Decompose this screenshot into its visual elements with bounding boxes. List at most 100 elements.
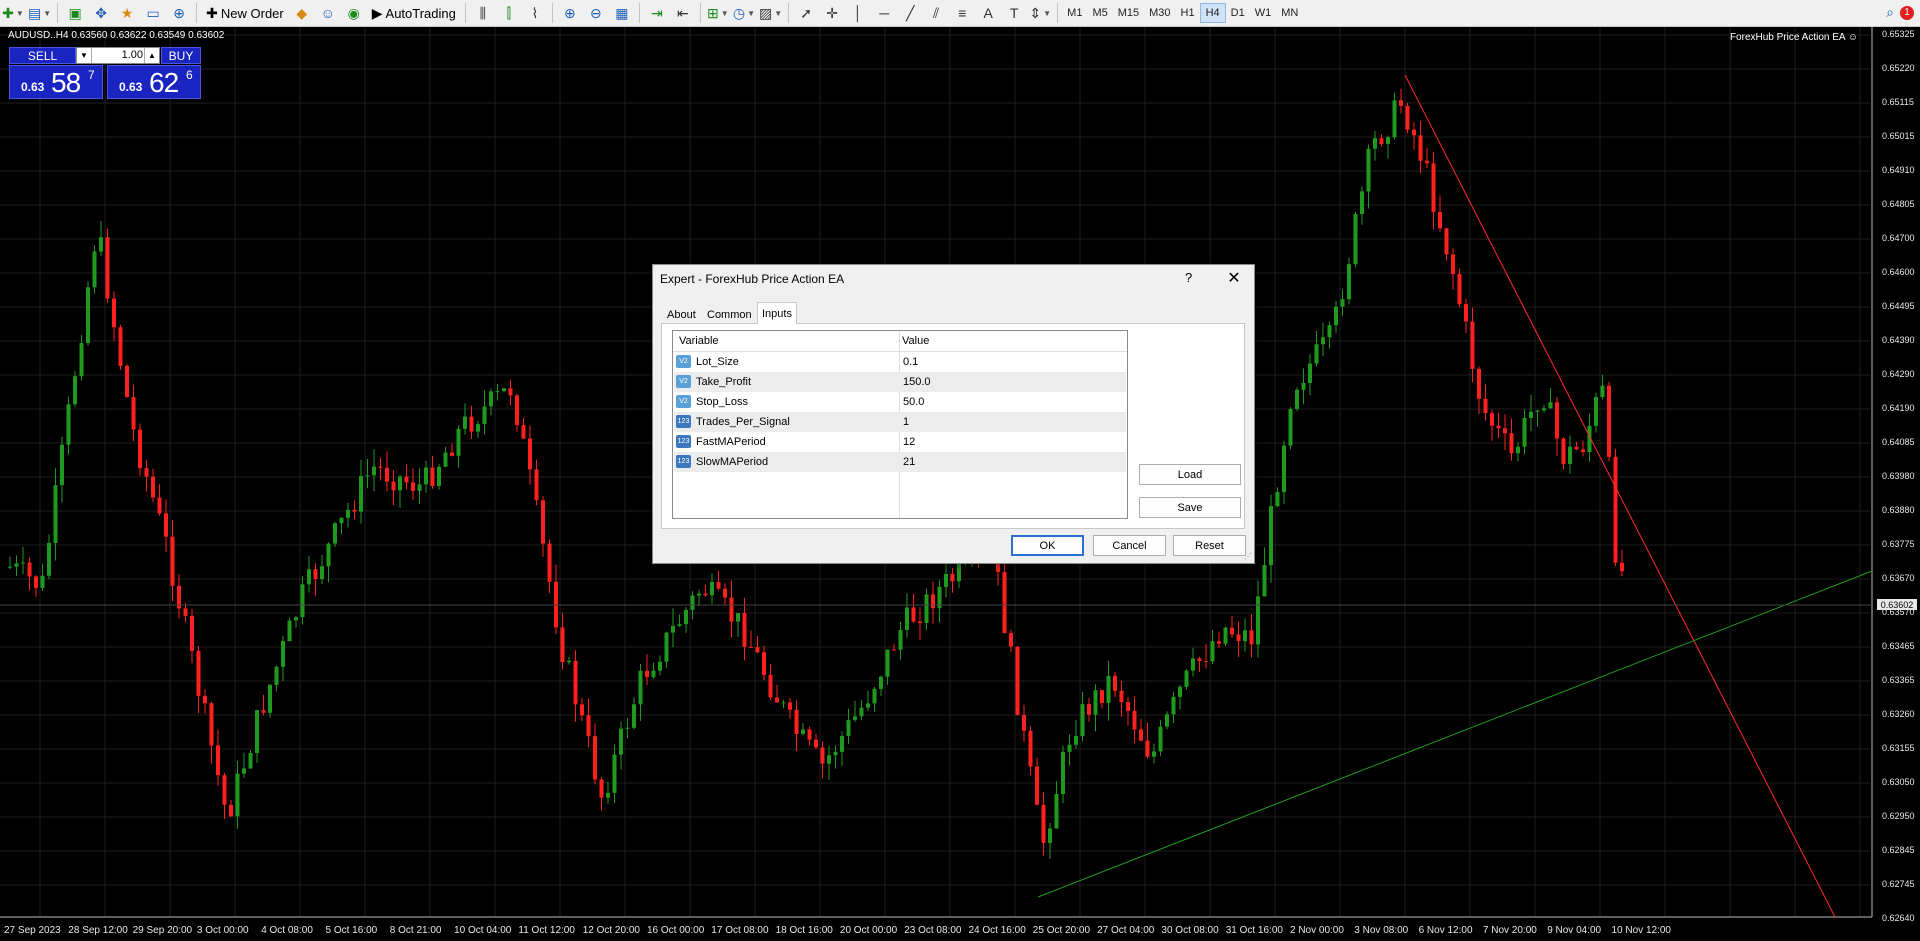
candle-body: [1581, 449, 1585, 453]
input-value[interactable]: 21: [903, 456, 915, 468]
candle-body: [1145, 740, 1150, 757]
text-label-icon[interactable]: T: [1003, 2, 1025, 24]
tab-about[interactable]: About: [663, 305, 700, 324]
candle-body: [586, 715, 591, 737]
toolbar-separator: [788, 3, 790, 23]
vertical-line-icon[interactable]: │: [847, 2, 869, 24]
main-toolbar: ✚ ▼ ▤ ▼ ▣ ✥ ★ ▭ ⊕ ✚ New Order ◆ ☺ ◉ ▶ AutoTr…: [0, 0, 1920, 27]
timeframe-m5[interactable]: M5: [1087, 3, 1112, 23]
timeframe-h4[interactable]: H4: [1199, 3, 1226, 23]
metaeditor-icon[interactable]: ◆: [291, 2, 313, 24]
reset-button[interactable]: Reset: [1173, 535, 1246, 556]
fibonacci-icon[interactable]: ≡: [951, 2, 973, 24]
table-row[interactable]: 123 FastMAPeriod 12: [674, 432, 1126, 452]
buy-quote[interactable]: 0.63 62 6: [107, 65, 201, 99]
table-row[interactable]: V2 Lot_Size 0.1: [674, 352, 1126, 372]
timeframe-d1[interactable]: D1: [1226, 3, 1250, 23]
zoom-out-icon[interactable]: ⊖: [585, 2, 607, 24]
input-value[interactable]: 50.0: [903, 396, 924, 408]
tab-inputs[interactable]: Inputs: [757, 302, 797, 324]
timeframe-h1[interactable]: H1: [1176, 3, 1200, 23]
input-value[interactable]: 1: [903, 416, 909, 428]
candle-body: [398, 476, 402, 491]
trendline-icon[interactable]: ╱: [899, 2, 921, 24]
notification-badge[interactable]: 1: [1900, 5, 1914, 20]
text-icon[interactable]: A: [977, 2, 999, 24]
cursor-icon[interactable]: ➚: [795, 2, 817, 24]
arrows-icon[interactable]: ⇕ ▼: [1029, 2, 1051, 24]
save-button[interactable]: Save: [1139, 497, 1241, 518]
line-chart-icon[interactable]: ⌇: [524, 2, 546, 24]
navigator-icon[interactable]: ★: [116, 2, 138, 24]
table-row[interactable]: V2 Take_Profit 150.0: [674, 372, 1126, 392]
horizontal-line-icon[interactable]: ─: [873, 2, 895, 24]
help-icon[interactable]: ?: [1185, 270, 1192, 285]
indicators-icon[interactable]: ⊞ ▼: [707, 2, 729, 24]
lot-increase-icon[interactable]: ▲: [144, 48, 159, 63]
data-window-icon[interactable]: ✥: [90, 2, 112, 24]
candle-body: [151, 476, 155, 498]
channel-icon[interactable]: ⫽: [925, 2, 947, 24]
table-row[interactable]: 123 SlowMAPeriod 21: [674, 452, 1126, 472]
price-tick-label: 0.65220: [1882, 63, 1915, 73]
table-row[interactable]: 123 Trades_Per_Signal 1: [674, 412, 1126, 432]
periods-icon[interactable]: ◷ ▼: [733, 2, 755, 24]
timeframe-m1[interactable]: M1: [1062, 3, 1087, 23]
input-value[interactable]: 0.1: [903, 356, 918, 368]
table-row[interactable]: V2 Stop_Loss 50.0: [674, 392, 1126, 412]
price-tick-label: 0.65325: [1882, 29, 1915, 39]
candle-body: [261, 710, 266, 713]
load-button[interactable]: Load: [1139, 464, 1241, 485]
input-value[interactable]: 150.0: [903, 376, 931, 388]
ok-button[interactable]: OK: [1011, 535, 1084, 556]
column-header-value[interactable]: Value: [902, 335, 929, 347]
strategy-tester-icon[interactable]: ⊕: [168, 2, 190, 24]
candle-body: [814, 739, 818, 748]
zoom-in-icon[interactable]: ⊕: [559, 2, 581, 24]
candle-body: [508, 388, 513, 396]
sell-quote[interactable]: 0.63 58 7: [9, 65, 103, 99]
community-icon[interactable]: ☺: [317, 2, 339, 24]
timeframe-mn[interactable]: MN: [1276, 3, 1303, 23]
autotrading-button[interactable]: ▶ AutoTrading: [369, 2, 459, 24]
chart-shift-icon[interactable]: ⇤: [672, 2, 694, 24]
tab-common[interactable]: Common: [703, 305, 756, 324]
price-tick-label: 0.63670: [1882, 573, 1915, 583]
sell-button[interactable]: SELL: [9, 47, 76, 64]
terminal-icon[interactable]: ▭: [142, 2, 164, 24]
timeframe-m15[interactable]: M15: [1113, 3, 1144, 23]
candle-body: [950, 573, 955, 582]
buy-quote-fraction: 6: [186, 68, 193, 82]
new-order-label: New Order: [220, 5, 284, 21]
dialog-title: Expert - ForexHub Price Action EA: [660, 272, 845, 286]
candle-body: [781, 702, 786, 704]
candle-body: [469, 416, 474, 432]
market-watch-icon[interactable]: ▣: [64, 2, 86, 24]
lot-decrease-icon[interactable]: ▼: [77, 48, 92, 63]
templates-icon[interactable]: ▨ ▼: [759, 2, 782, 24]
lot-size-input[interactable]: ▼ 1.00 ▲: [76, 47, 160, 64]
buy-button[interactable]: BUY: [161, 47, 201, 64]
input-name: Take_Profit: [696, 376, 752, 388]
toolbar-separator: [551, 3, 553, 23]
timeframe-m30[interactable]: M30: [1144, 3, 1175, 23]
search-icon[interactable]: ⌕: [1886, 4, 1894, 21]
column-header-variable[interactable]: Variable: [679, 335, 719, 347]
signals-icon[interactable]: ◉: [343, 2, 365, 24]
crosshair-icon[interactable]: ✛: [821, 2, 843, 24]
close-icon[interactable]: ✕: [1224, 268, 1244, 288]
cancel-button[interactable]: Cancel: [1093, 535, 1166, 556]
candlestick-icon[interactable]: ⫿: [498, 2, 520, 24]
candle-body: [625, 727, 630, 729]
tile-windows-icon[interactable]: ▦: [611, 2, 633, 24]
new-order-button[interactable]: ✚ New Order: [203, 2, 287, 24]
input-value[interactable]: 12: [903, 436, 915, 448]
auto-scroll-icon[interactable]: ⇥: [646, 2, 668, 24]
candle-body: [92, 251, 97, 288]
timeframe-w1[interactable]: W1: [1250, 3, 1277, 23]
candle-body: [664, 632, 669, 662]
profiles-icon[interactable]: ▤ ▼: [28, 2, 51, 24]
resize-grip-icon[interactable]: ⋰: [1244, 552, 1252, 561]
new-chart-icon[interactable]: ✚ ▼: [2, 2, 24, 24]
bar-chart-icon[interactable]: ⫼: [472, 2, 494, 24]
